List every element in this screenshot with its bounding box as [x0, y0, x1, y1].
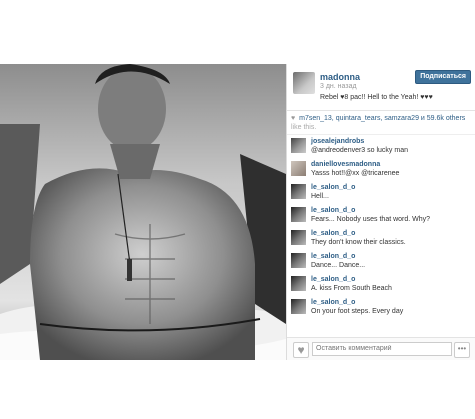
post-side-panel: madonna 3 дн. назад Подписаться Rebel ♥8…: [286, 64, 475, 360]
comment-username[interactable]: josealejandrobs: [311, 138, 364, 145]
list-item: le_salon_d_o Fears... Nobody uses that w…: [291, 205, 475, 227]
list-item: daniellovesmadonna Yasss hot!!@xx @trica…: [291, 159, 475, 181]
comment-username[interactable]: le_salon_d_o: [311, 207, 355, 214]
comment-text: Fears... Nobody uses that word. Why?: [311, 216, 431, 223]
comments-list: josealejandrobs @andreodenver3 so lucky …: [287, 136, 475, 319]
avatar[interactable]: [291, 253, 306, 268]
list-item: le_salon_d_o Hell...: [291, 182, 475, 204]
comment-text: Yasss hot!!@xx @tricarenee: [311, 170, 400, 177]
likes-summary: ♥ m7sen_13, quintara_tears, samzara29 и …: [287, 111, 475, 135]
list-item: le_salon_d_o They don't know their class…: [291, 228, 475, 250]
comment-text: Dance... Dance...: [311, 262, 366, 269]
post-header: madonna 3 дн. назад Подписаться Rebel ♥8…: [287, 64, 475, 111]
more-icon[interactable]: •••: [454, 342, 470, 358]
list-item: le_salon_d_o On your foot steps. Every d…: [291, 297, 475, 319]
follow-button[interactable]: Подписаться: [415, 70, 471, 84]
comment-username[interactable]: le_salon_d_o: [311, 276, 355, 283]
comment-username[interactable]: le_salon_d_o: [311, 253, 355, 260]
avatar[interactable]: [291, 161, 306, 176]
avatar[interactable]: [291, 138, 306, 153]
post-photo-image: [0, 64, 286, 360]
list-item: le_salon_d_o Dance... Dance...: [291, 251, 475, 273]
avatar[interactable]: [293, 72, 315, 94]
comment-text: Hell...: [311, 193, 329, 200]
comment-input[interactable]: [312, 342, 452, 356]
list-item: josealejandrobs @andreodenver3 so lucky …: [291, 136, 475, 158]
avatar[interactable]: [291, 230, 306, 245]
likes-sub: like this.: [291, 124, 317, 131]
likes-users[interactable]: m7sen_13, quintara_tears, samzara29 и 59…: [299, 115, 465, 122]
post-time: 3 дн. назад: [320, 83, 357, 90]
avatar[interactable]: [291, 276, 306, 291]
post-photo[interactable]: [0, 64, 286, 360]
comment-text: @andreodenver3 so lucky man: [311, 147, 408, 154]
heart-icon: ♥: [291, 115, 296, 122]
comment-username[interactable]: le_salon_d_o: [311, 299, 355, 306]
comment-text: They don't know their classics.: [311, 239, 406, 246]
comment-footer: ♥ •••: [287, 337, 475, 360]
post-username[interactable]: madonna: [320, 72, 360, 82]
comment-username[interactable]: le_salon_d_o: [311, 230, 355, 237]
comment-username[interactable]: le_salon_d_o: [311, 184, 355, 191]
avatar[interactable]: [291, 184, 306, 199]
comment-text: A. kiss From South Beach: [311, 285, 392, 292]
list-item: le_salon_d_o A. kiss From South Beach: [291, 274, 475, 296]
comment-username[interactable]: daniellovesmadonna: [311, 161, 380, 168]
avatar[interactable]: [291, 299, 306, 314]
instagram-post-frame: madonna 3 дн. назад Подписаться Rebel ♥8…: [0, 64, 475, 360]
comment-text: On your foot steps. Every day: [311, 308, 404, 315]
avatar[interactable]: [291, 207, 306, 222]
post-caption: Rebel ♥8 pac!! Hell to the Yeah! ♥♥♥: [320, 94, 433, 101]
heart-icon[interactable]: ♥: [293, 342, 309, 358]
